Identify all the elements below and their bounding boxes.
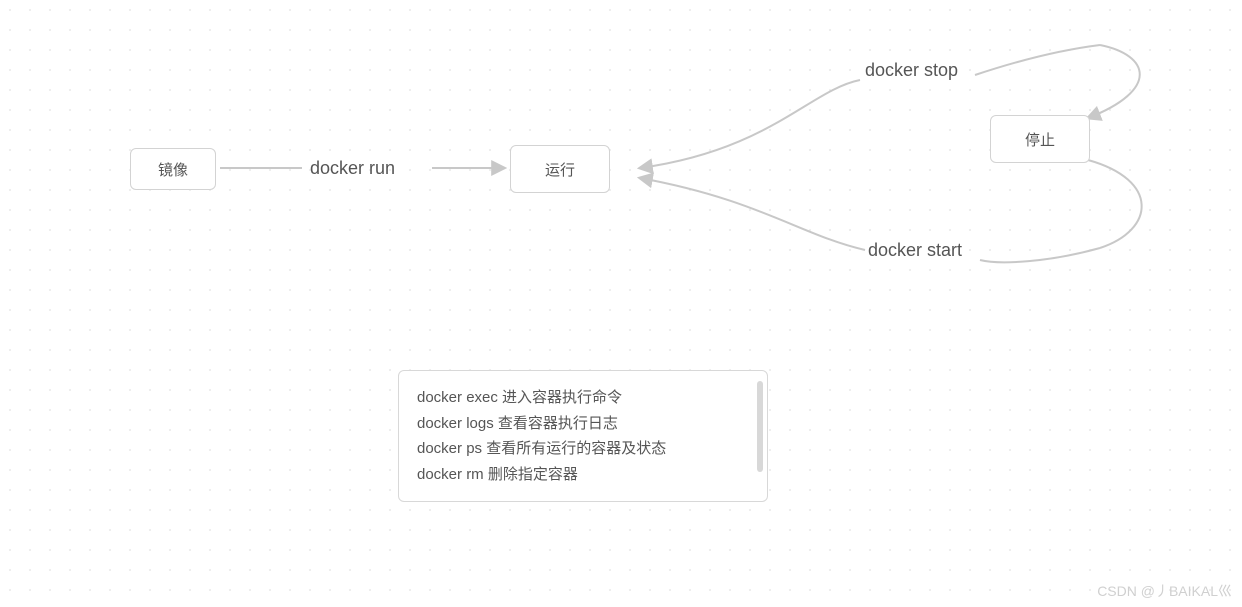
node-image-label: 镜像 — [158, 159, 188, 180]
edge-stop-bridge — [975, 45, 1100, 75]
edge-start-curve — [640, 178, 865, 250]
edge-stop-curve — [640, 80, 860, 168]
edge-stop-into-stopped — [1088, 45, 1140, 118]
edge-run-label: docker run — [310, 158, 395, 179]
node-image: 镜像 — [130, 148, 216, 190]
node-running-label: 运行 — [545, 159, 575, 180]
node-stopped: 停止 — [990, 115, 1090, 163]
node-running: 运行 — [510, 145, 610, 193]
info-line-3: docker rm 删除指定容器 — [417, 462, 749, 488]
edge-start-bridge — [980, 248, 1100, 262]
info-line-2: docker ps 查看所有运行的容器及状态 — [417, 436, 749, 462]
scrollbar-thumb[interactable] — [757, 381, 763, 472]
edge-stop-label: docker stop — [865, 60, 958, 81]
edge-start-out — [1088, 160, 1142, 248]
info-box: docker exec 进入容器执行命令 docker logs 查看容器执行日… — [398, 370, 768, 502]
connectors-svg — [0, 0, 1242, 607]
info-line-1: docker logs 查看容器执行日志 — [417, 411, 749, 437]
edge-start-label: docker start — [868, 240, 962, 261]
info-line-0: docker exec 进入容器执行命令 — [417, 385, 749, 411]
watermark: CSDN @丿BAIKAL巛 — [1097, 581, 1232, 601]
node-stopped-label: 停止 — [1025, 129, 1055, 150]
